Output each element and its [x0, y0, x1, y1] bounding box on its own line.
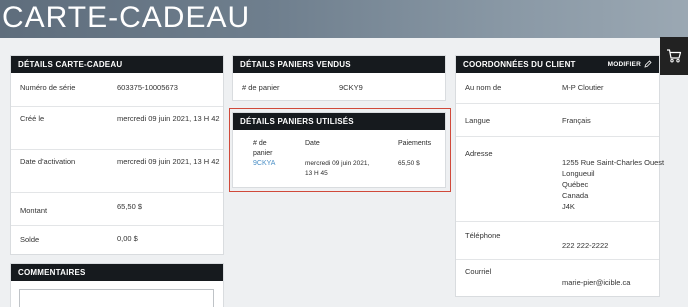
- card-details-heading: DÉTAILS CARTE-CADEAU: [11, 56, 223, 73]
- client-phone-row: Téléphone 222 222-2222: [456, 221, 659, 259]
- client-name-row: Au nom de M-P Cloutier: [456, 73, 659, 103]
- sold-carts-heading: DÉTAILS PANIERS VENDUS: [233, 56, 445, 73]
- detail-row-amount: Montant 65,50 $: [11, 192, 223, 225]
- comments-textarea[interactable]: [19, 289, 214, 307]
- client-address-block: 1255 Rue Saint-Charles Ouest Longueuil Q…: [562, 157, 666, 212]
- edit-client-button[interactable]: MODIFIER: [608, 60, 652, 68]
- address-line-3: Québec: [562, 180, 589, 189]
- client-email-label: Courriel: [465, 267, 492, 276]
- client-address-label: Adresse: [465, 149, 493, 158]
- comments-panel: COMMENTAIRES: [10, 263, 224, 307]
- address-line-1: 1255 Rue Saint-Charles Ouest: [562, 158, 665, 167]
- client-panel: COORDONNÉES DU CLIENT MODIFIER Au nom de…: [455, 55, 664, 297]
- client-email-value: marie-pier@icible.ca: [562, 278, 631, 287]
- comments-heading: COMMENTAIRES: [11, 264, 223, 281]
- activation-label: Date d'activation: [20, 157, 76, 166]
- sold-cart-link[interactable]: 9CKY9: [339, 82, 443, 93]
- edit-label: MODIFIER: [607, 60, 641, 68]
- client-lang-label: Langue: [465, 116, 491, 125]
- address-line-5: J4K: [562, 202, 575, 211]
- amount-label: Montant: [20, 206, 48, 215]
- client-lang-value: Français: [562, 116, 591, 125]
- client-lang-row: Langue Français: [456, 103, 659, 136]
- address-line-4: Canada: [562, 191, 589, 200]
- detail-row-balance: Solde 0,00 $: [11, 225, 223, 255]
- created-label: Créé le: [20, 114, 45, 123]
- cart-icon: [667, 49, 682, 63]
- serial-label: Numéro de série: [20, 83, 76, 92]
- pencil-icon: [644, 60, 652, 68]
- amount-value: 65,50 $: [117, 202, 143, 211]
- client-name-value: M-P Cloutier: [562, 83, 604, 92]
- client-email-row: Courriel marie-pier@icible.ca: [456, 259, 659, 297]
- sold-cart-row: # de panier 9CKY9: [233, 73, 445, 101]
- sold-cart-label: # de panier: [242, 83, 280, 92]
- detail-row-activation: Date d'activation mercredi 09 juin 2021,…: [11, 149, 223, 192]
- created-value: mercredi 09 juin 2021, 13 H 42: [117, 114, 220, 123]
- client-phone-label: Téléphone: [465, 231, 501, 240]
- activation-value: mercredi 09 juin 2021, 13 H 42: [117, 157, 220, 166]
- sold-carts-panel: DÉTAILS PANIERS VENDUS # de panier 9CKY9: [232, 55, 446, 101]
- page-hero: CARTE-CADEAU: [0, 0, 688, 38]
- client-heading: COORDONNÉES DU CLIENT MODIFIER: [456, 56, 659, 73]
- balance-value: 0,00 $: [117, 234, 138, 243]
- client-name-label: Au nom de: [465, 83, 502, 92]
- balance-label: Solde: [20, 235, 40, 244]
- page-title: CARTE-CADEAU: [2, 1, 251, 34]
- detail-row-serial: Numéro de série 603375-10005673: [11, 73, 223, 106]
- address-line-2: Longueuil: [562, 169, 595, 178]
- client-phone-value: 222 222-2222: [562, 241, 609, 250]
- highlight-box: [229, 108, 451, 192]
- cart-button[interactable]: [660, 37, 688, 75]
- card-details-panel: DÉTAILS CARTE-CADEAU Numéro de série 603…: [10, 55, 224, 255]
- detail-row-created: Créé le mercredi 09 juin 2021, 13 H 42: [11, 106, 223, 149]
- serial-value: 603375-10005673: [117, 83, 178, 92]
- client-heading-text: COORDONNÉES DU CLIENT: [463, 60, 576, 69]
- client-address-row: Adresse 1255 Rue Saint-Charles Ouest Lon…: [456, 136, 664, 221]
